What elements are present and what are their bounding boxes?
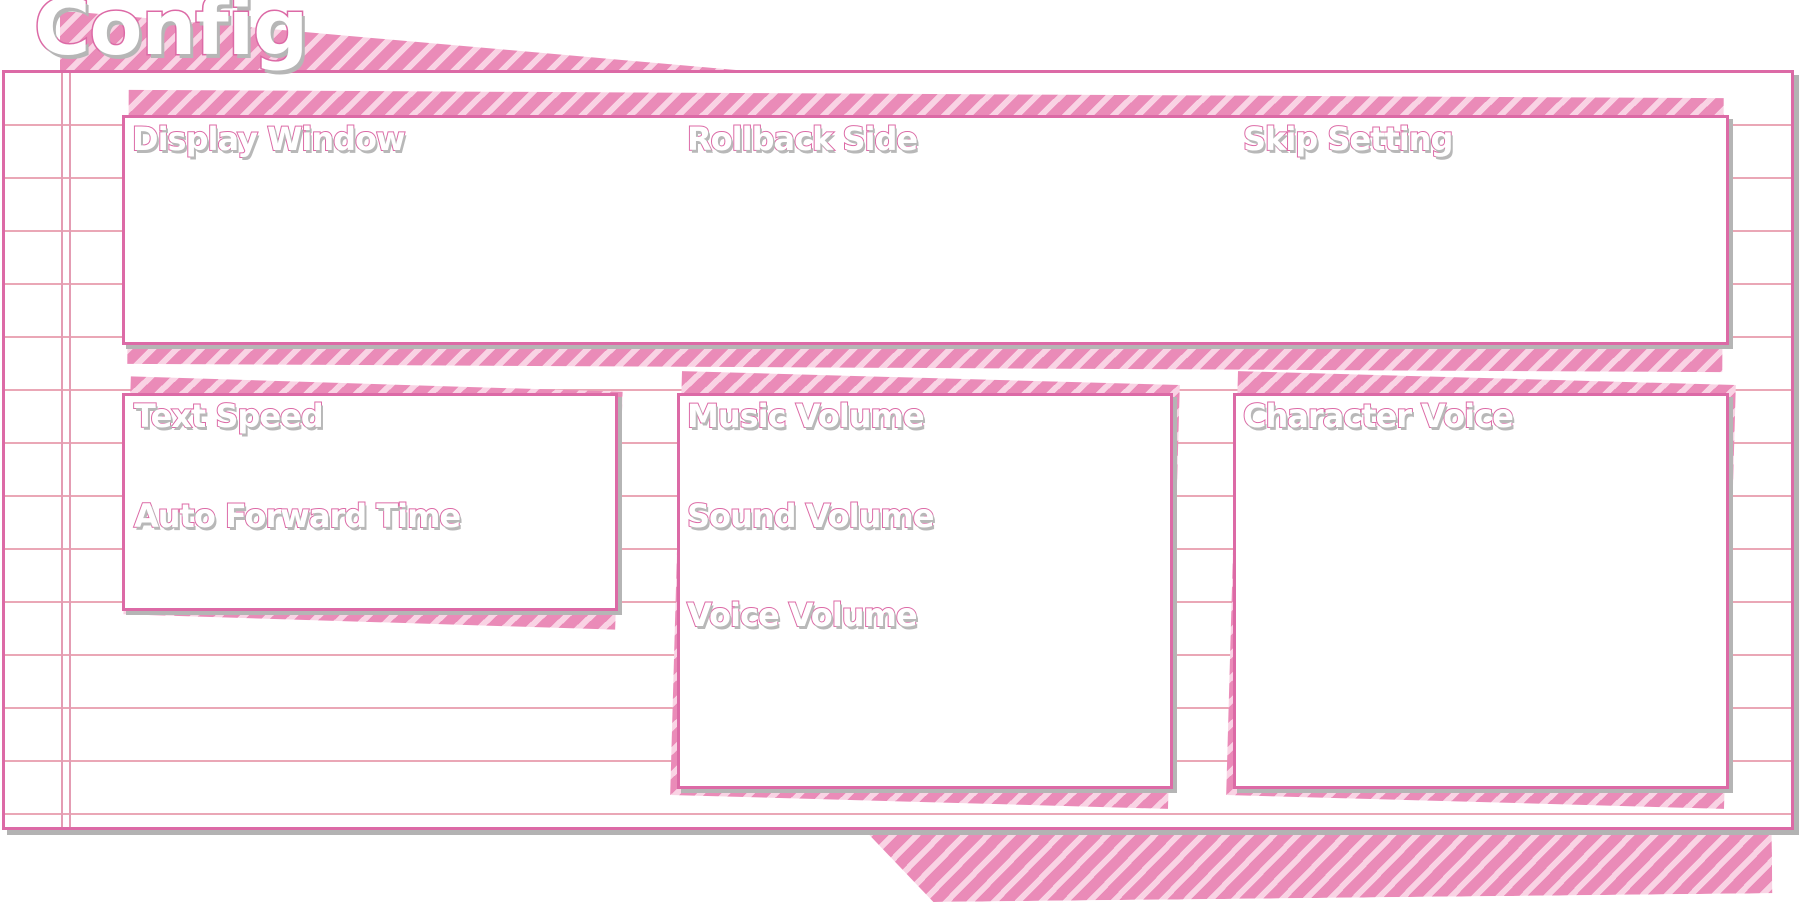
text-speed-label[interactable]: Text Speed [133,396,325,436]
rollback-side-label[interactable]: Rollback Side [686,119,919,159]
character-voice-panel [1233,393,1729,789]
skip-setting-label[interactable]: Skip Setting [1242,119,1454,159]
margin-line [61,73,63,827]
character-voice-label[interactable]: Character Voice [1242,396,1515,436]
auto-forward-time-label[interactable]: Auto Forward Time [133,496,462,536]
margin-line [69,73,71,827]
display-window-label[interactable]: Display Window [131,119,407,159]
config-screen: Config Display Window Rollback Side Skip… [0,0,1803,903]
volume-panel [677,393,1173,789]
music-volume-label[interactable]: Music Volume [686,396,926,436]
sound-volume-label[interactable]: Sound Volume [686,496,935,536]
voice-volume-label[interactable]: Voice Volume [686,595,919,635]
screen-title: Config [32,0,309,75]
